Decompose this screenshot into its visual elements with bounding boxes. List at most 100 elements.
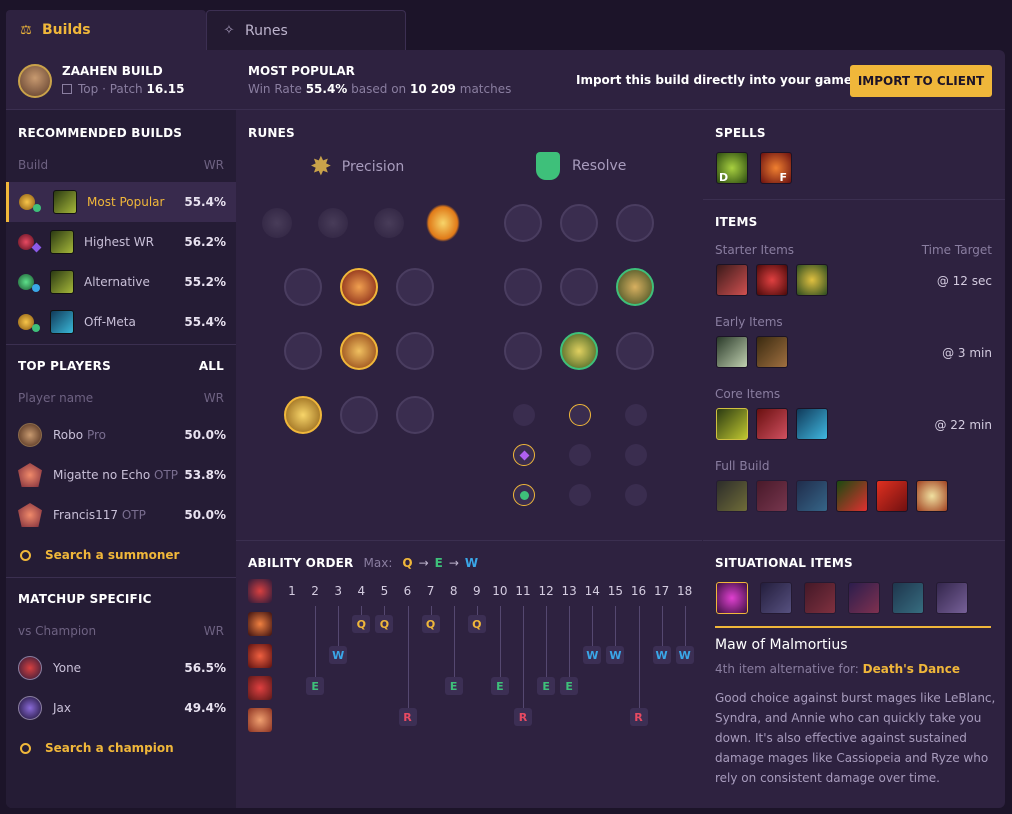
skill-point-w: W bbox=[652, 646, 671, 664]
starter-items-label: Starter Items bbox=[715, 243, 795, 257]
champion-avatar bbox=[18, 656, 42, 680]
ability-order-title: ABILITY ORDER bbox=[248, 556, 354, 570]
sterak-gage-item[interactable] bbox=[796, 408, 828, 440]
player-name-text: Migatte no Echo bbox=[53, 468, 151, 482]
black-cleaver-item[interactable] bbox=[716, 408, 748, 440]
search-icon bbox=[20, 742, 31, 754]
q-ability-icon bbox=[248, 612, 272, 636]
most-popular-title: MOST POPULAR bbox=[248, 64, 355, 78]
player-name-text: Francis117 bbox=[53, 508, 119, 522]
build-name: Alternative bbox=[84, 275, 150, 289]
skill-point-w: W bbox=[606, 646, 625, 664]
black-cleaver-item[interactable] bbox=[716, 480, 748, 512]
level-number: 7 bbox=[426, 584, 435, 598]
item-icon bbox=[50, 230, 74, 254]
build-row-alternative[interactable]: Alternative 55.2% bbox=[6, 262, 236, 302]
rune-slot-selected[interactable] bbox=[340, 332, 378, 370]
plated-steelcaps-item[interactable] bbox=[756, 408, 788, 440]
rune-slot[interactable] bbox=[396, 396, 434, 434]
precision-label: Precision bbox=[341, 159, 405, 175]
search-champion-link[interactable]: Search a champion bbox=[20, 741, 174, 755]
matchup-row[interactable]: Jax 49.4% bbox=[6, 688, 236, 728]
skill-point-r: R bbox=[514, 708, 532, 726]
situational-item[interactable] bbox=[804, 582, 836, 614]
keystone-conqueror[interactable] bbox=[426, 204, 460, 242]
shard-slot[interactable] bbox=[569, 484, 591, 506]
stealth-ward-item[interactable] bbox=[796, 264, 828, 296]
caulfields-warhammer-item[interactable] bbox=[716, 336, 748, 368]
rune-slot[interactable] bbox=[396, 268, 434, 306]
guardian-angel-item[interactable] bbox=[916, 480, 948, 512]
rune-slot[interactable] bbox=[504, 204, 542, 242]
shard-adaptive-selected[interactable] bbox=[513, 444, 535, 466]
spear-of-shojin-item[interactable] bbox=[876, 480, 908, 512]
rune-slot-selected[interactable] bbox=[616, 268, 654, 306]
keystone-fleet-footwork[interactable] bbox=[374, 208, 404, 238]
rune-slot[interactable] bbox=[616, 332, 654, 370]
situational-description: Good choice against burst mages like LeB… bbox=[715, 691, 996, 785]
situational-item[interactable] bbox=[936, 582, 968, 614]
rune-slot-selected[interactable] bbox=[284, 396, 322, 434]
rune-slot[interactable] bbox=[284, 332, 322, 370]
alternative-item-link[interactable]: Death's Dance bbox=[863, 662, 960, 676]
level-number: 5 bbox=[380, 584, 389, 598]
keystone-press-the-attack[interactable] bbox=[262, 208, 292, 238]
shard-health-selected[interactable] bbox=[513, 484, 535, 506]
divider bbox=[6, 577, 236, 578]
deaths-dance-item[interactable] bbox=[836, 480, 868, 512]
matchup-row[interactable]: Yone 56.5% bbox=[6, 648, 236, 688]
boots-item[interactable] bbox=[756, 336, 788, 368]
skill-point-q: Q bbox=[421, 615, 440, 633]
shard-slot[interactable] bbox=[625, 404, 647, 426]
top-players-all-link[interactable]: ALL bbox=[199, 359, 224, 373]
divider bbox=[236, 540, 702, 541]
player-wr: 50.0% bbox=[184, 428, 226, 442]
level-number: 8 bbox=[449, 584, 458, 598]
build-row-highest-wr[interactable]: Highest WR 56.2% bbox=[6, 222, 236, 262]
rune-slot[interactable] bbox=[504, 332, 542, 370]
rune-slot[interactable] bbox=[340, 396, 378, 434]
build-row-off-meta[interactable]: Off-Meta 55.4% bbox=[6, 302, 236, 342]
long-sword-item[interactable] bbox=[716, 264, 748, 296]
situational-item[interactable] bbox=[760, 582, 792, 614]
rune-slot-selected[interactable] bbox=[340, 268, 378, 306]
col-build: Build bbox=[18, 158, 49, 172]
build-row-most-popular[interactable]: Most Popular 55.4% bbox=[6, 182, 236, 222]
situational-item[interactable] bbox=[892, 582, 924, 614]
shard-slot[interactable] bbox=[625, 484, 647, 506]
col-wr: WR bbox=[203, 158, 224, 172]
alternative-for: 4th item alternative for: Death's Dance bbox=[715, 662, 960, 676]
rune-slot[interactable] bbox=[504, 268, 542, 306]
health-potion-item[interactable] bbox=[756, 264, 788, 296]
search-summoner-link[interactable]: Search a summoner bbox=[20, 548, 179, 562]
tab-runes[interactable]: ✧ Runes bbox=[206, 10, 406, 50]
sterak-gage-item[interactable] bbox=[796, 480, 828, 512]
spell-key-f: F bbox=[779, 171, 787, 184]
spell-key-d: D bbox=[719, 171, 729, 184]
keystone-lethal-tempo[interactable] bbox=[318, 208, 348, 238]
player-name: Migatte no Echo OTP bbox=[53, 468, 178, 482]
rune-slot[interactable] bbox=[396, 332, 434, 370]
rune-slot-selected[interactable] bbox=[560, 332, 598, 370]
item-icon bbox=[50, 270, 74, 294]
tab-builds[interactable]: ⚖ Builds bbox=[6, 10, 206, 50]
shard-attack-speed-selected[interactable] bbox=[569, 404, 591, 426]
top-players-title: TOP PLAYERS bbox=[18, 359, 111, 373]
player-row[interactable]: Francis117 OTP 50.0% bbox=[6, 495, 236, 535]
shard-slot[interactable] bbox=[625, 444, 647, 466]
rune-slot[interactable] bbox=[616, 204, 654, 242]
import-to-client-button[interactable]: IMPORT TO CLIENT bbox=[850, 65, 992, 97]
situational-item[interactable] bbox=[848, 582, 880, 614]
player-row[interactable]: Robo Pro 50.0% bbox=[6, 415, 236, 455]
player-row[interactable]: Migatte no Echo OTP 53.8% bbox=[6, 455, 236, 495]
rune-slot[interactable] bbox=[560, 204, 598, 242]
max-q: Q bbox=[402, 556, 413, 570]
shard-slot[interactable] bbox=[569, 444, 591, 466]
rune-slot[interactable] bbox=[284, 268, 322, 306]
plated-steelcaps-item[interactable] bbox=[756, 480, 788, 512]
build-wr: 55.4% bbox=[184, 195, 226, 209]
maw-of-malmortius-item[interactable] bbox=[716, 582, 748, 614]
shard-slot[interactable] bbox=[513, 404, 535, 426]
rune-slot[interactable] bbox=[560, 268, 598, 306]
full-build-label: Full Build bbox=[715, 459, 770, 473]
